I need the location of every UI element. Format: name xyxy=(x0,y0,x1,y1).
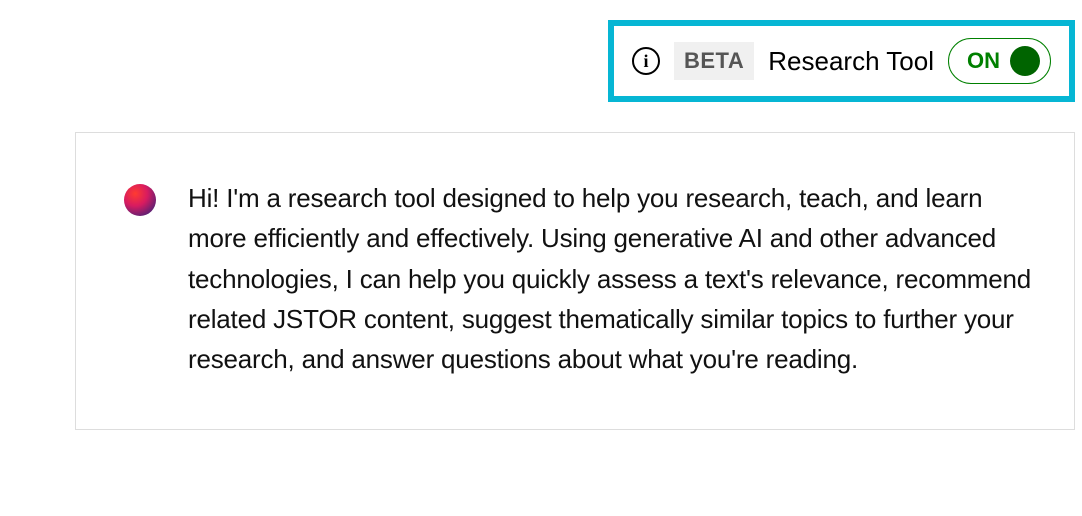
toggle-switch[interactable]: ON xyxy=(948,38,1051,84)
research-tool-header: BETA Research Tool ON xyxy=(608,20,1075,102)
toggle-state-label: ON xyxy=(967,48,1000,74)
toggle-knob-icon xyxy=(1010,46,1040,76)
info-icon[interactable] xyxy=(632,47,660,75)
assistant-message-text: Hi! I'm a research tool designed to help… xyxy=(188,178,1034,379)
message-card: Hi! I'm a research tool designed to help… xyxy=(75,132,1075,430)
beta-badge: BETA xyxy=(674,42,754,80)
header-bar: BETA Research Tool ON xyxy=(75,20,1075,102)
tool-label: Research Tool xyxy=(768,46,934,77)
assistant-avatar-icon xyxy=(124,184,156,216)
main-container: BETA Research Tool ON Hi! I'm a research… xyxy=(75,20,1075,430)
